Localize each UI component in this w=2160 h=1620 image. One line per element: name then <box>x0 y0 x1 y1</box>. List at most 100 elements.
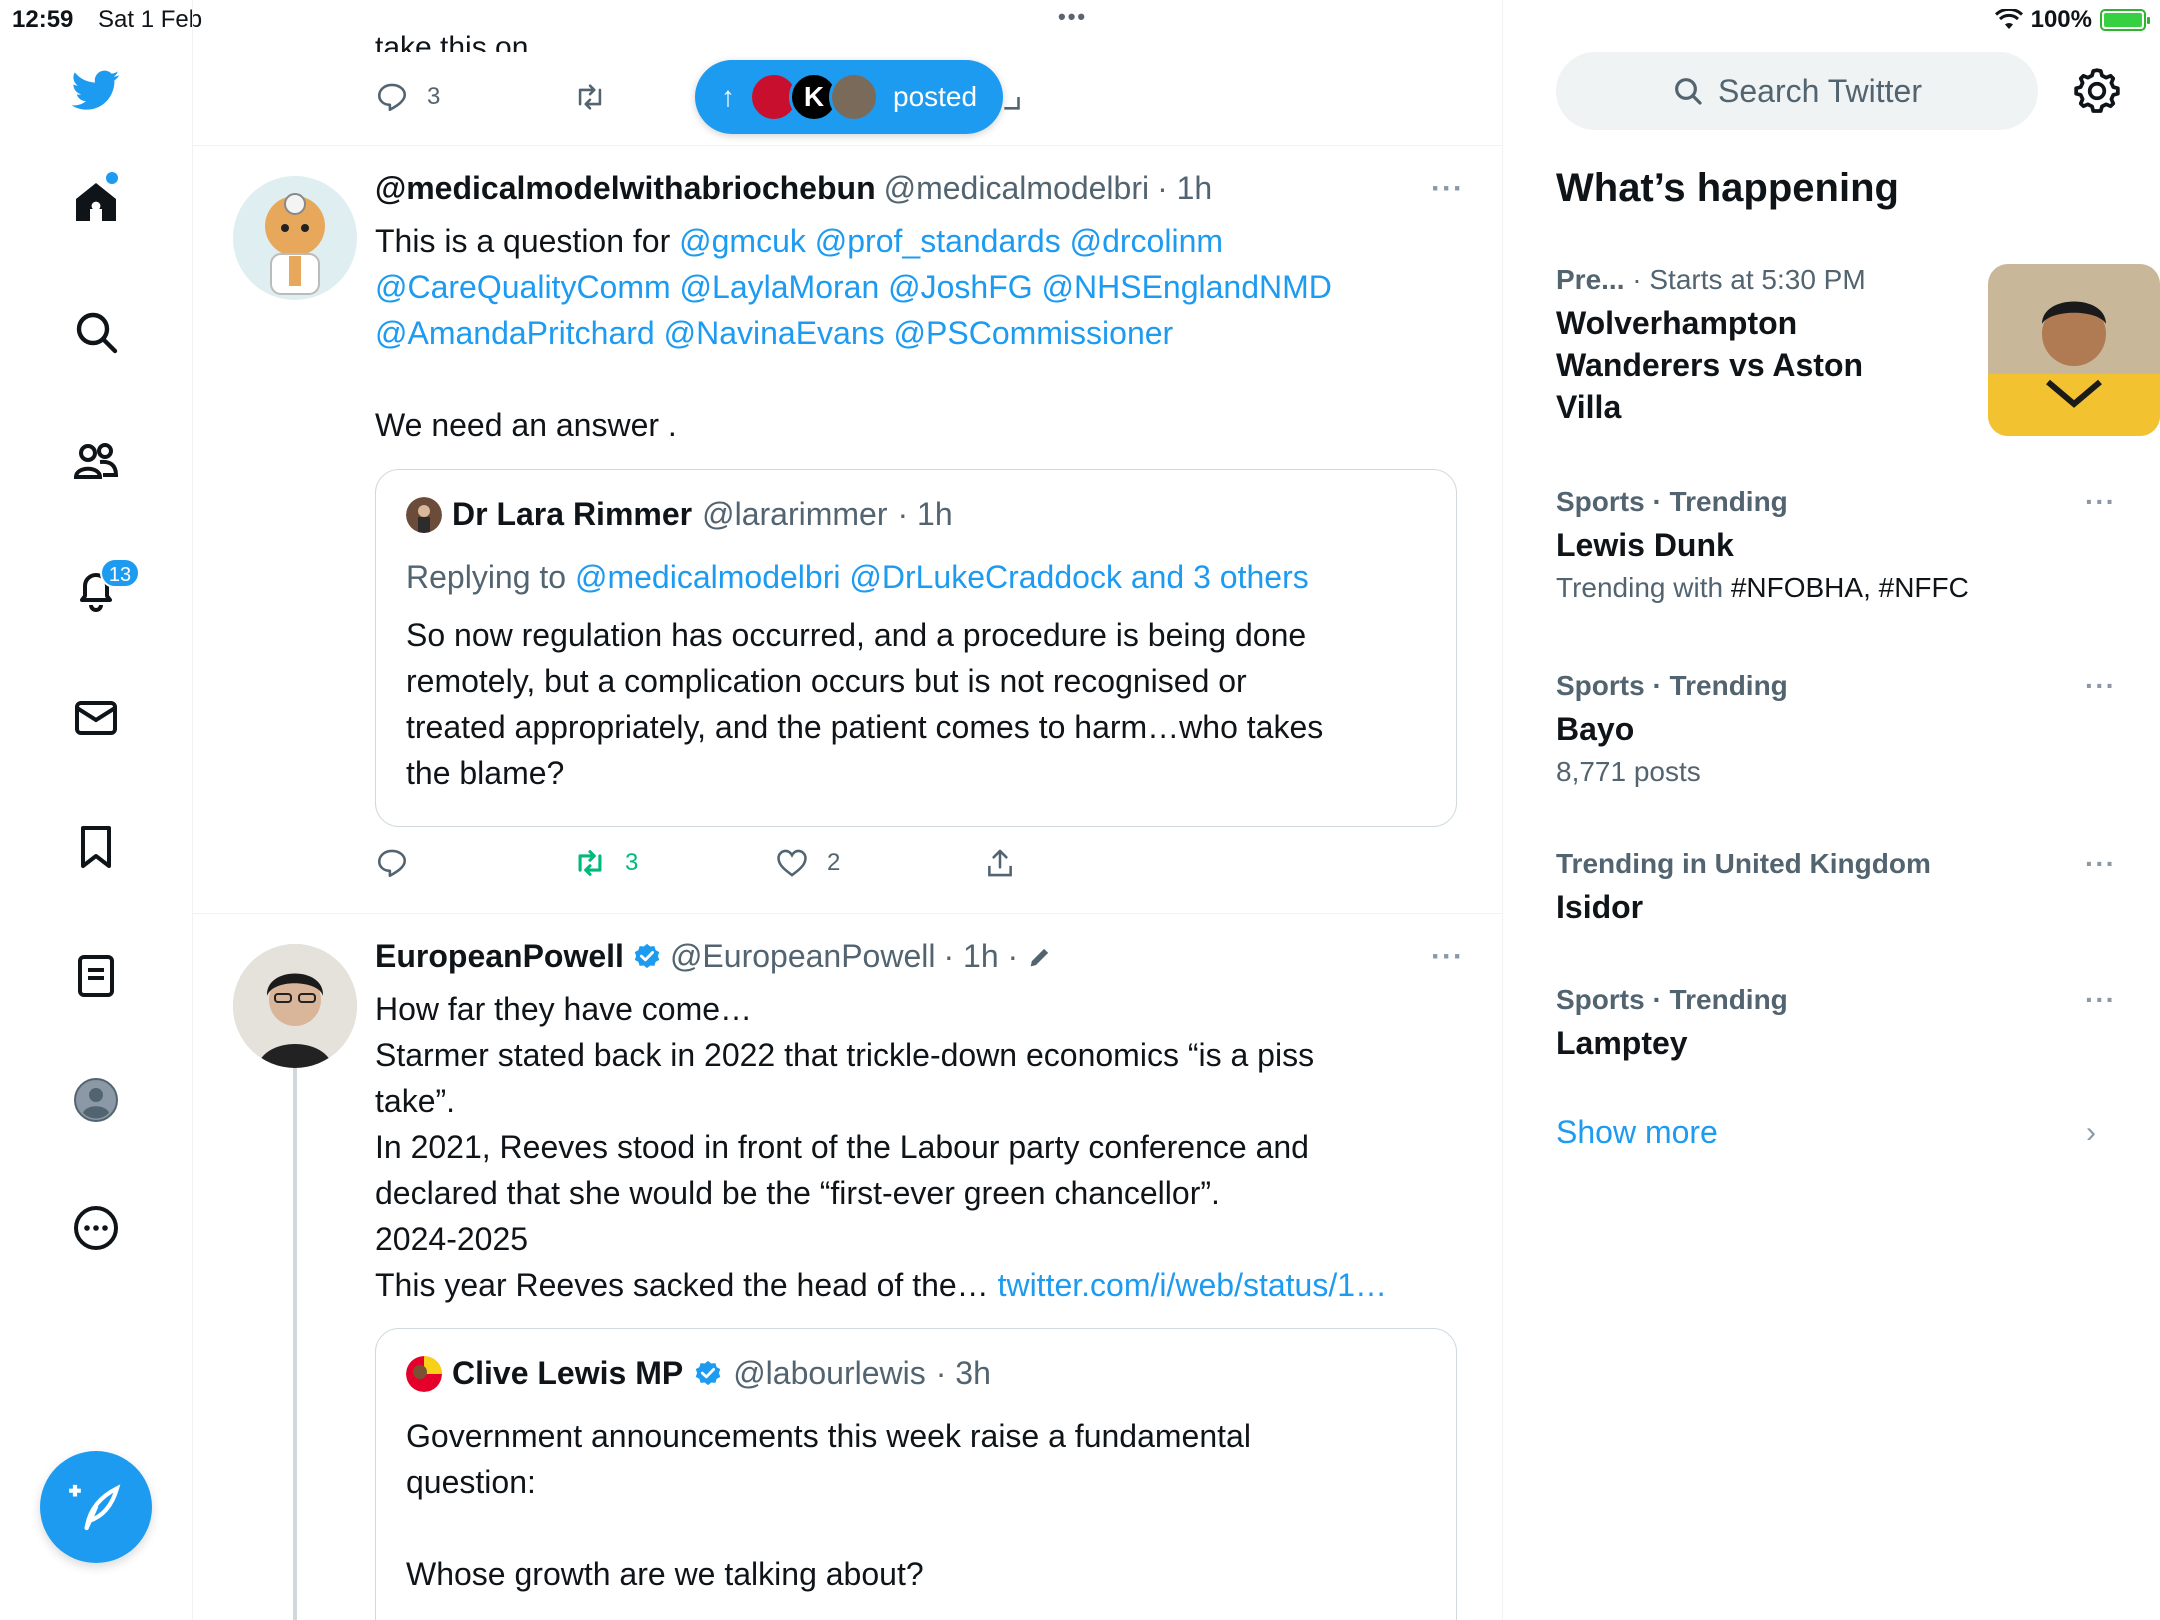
messages-mail-icon[interactable] <box>66 688 126 748</box>
tweet-line: How far they have come… <box>375 991 753 1027</box>
trend-more-button[interactable]: ··· <box>2085 670 2116 702</box>
tweet-line: 2024-2025 <box>375 1221 529 1257</box>
quote-header: Dr Lara Rimmer @lararimmer · 1h <box>406 496 953 533</box>
trend-title: Lewis Dunk <box>1556 527 1734 563</box>
trend-item[interactable]: Pre... · Starts at 5:30 PM Wolverhampton… <box>1556 264 2160 444</box>
bookmarks-icon[interactable] <box>66 817 126 877</box>
timeline: take this on... 3 ↑ K posted @medicalmod… <box>193 0 1503 1620</box>
trend-title: Wolverhampton Wanderers vs Aston Villa <box>1556 305 1864 425</box>
quote-author-handle: @labourlewis <box>733 1355 926 1391</box>
trend-item[interactable]: Sports · Trending Lamptey ··· <box>1556 984 2116 1094</box>
tweet-time[interactable]: · 1h <box>1157 170 1212 207</box>
quote-replying-to: Replying to @medicalmodelbri @DrLukeCrad… <box>406 554 1416 600</box>
mentions-line-1[interactable]: @gmcuk @prof_standards @drcolinm <box>679 223 1223 259</box>
reply-count: 3 <box>427 83 441 110</box>
avatar[interactable] <box>233 176 357 300</box>
author-handle[interactable]: @medicalmodelbri <box>884 170 1149 207</box>
quote-line: question: <box>406 1464 536 1500</box>
edited-pencil-icon[interactable] <box>1026 943 1054 971</box>
trend-sub: Trending with #NFOBHA, #NFFC <box>1556 572 1969 603</box>
like-count: 2 <box>827 849 841 876</box>
quoted-tweet[interactable]: Dr Lara Rimmer @lararimmer · 1h Replying… <box>375 469 1457 827</box>
quote-text: So now regulation has occurred, and a pr… <box>406 612 1416 796</box>
more-options-icon[interactable] <box>66 1198 126 1258</box>
author-handle[interactable]: @EuropeanPowell <box>670 938 936 975</box>
verified-badge-icon <box>695 1360 721 1385</box>
trend-item[interactable]: Sports · Trending Bayo 8,771 posts ··· <box>1556 670 2116 810</box>
quote-time: · 1h <box>897 496 953 532</box>
trend-more-button[interactable]: ··· <box>2085 848 2116 880</box>
reply-action[interactable] <box>375 846 409 880</box>
author-name[interactable]: EuropeanPowell <box>375 938 624 975</box>
mentions-line-2[interactable]: @CareQualityComm @LaylaMoran @JoshFG @NH… <box>375 264 1445 310</box>
thread-line <box>293 1064 297 1620</box>
lists-icon[interactable] <box>66 946 126 1006</box>
quote-author-handle: @lararimmer <box>702 496 888 532</box>
verified-badge-icon <box>634 943 660 968</box>
quote-author-name: Dr Lara Rimmer <box>452 496 693 532</box>
trend-item[interactable]: Trending in United Kingdom Isidor ··· <box>1556 848 2116 958</box>
replying-prefix: Replying to <box>406 559 567 595</box>
like-action[interactable]: 2 <box>775 846 840 880</box>
compose-tweet-button[interactable] <box>40 1451 152 1563</box>
pill-avatar-3 <box>829 72 879 122</box>
trend-title: Lamptey <box>1556 1025 1688 1061</box>
share-action[interactable] <box>983 846 1017 880</box>
profile-avatar-icon[interactable] <box>66 1070 126 1130</box>
left-nav: 13 <box>0 0 193 1620</box>
author-name[interactable]: @medicalmodelwithabriochebun <box>375 170 876 207</box>
tweet-more-button[interactable]: ··· <box>1431 940 1464 974</box>
trend-meta: Sports · Trending <box>1556 486 1788 517</box>
posted-label: posted <box>893 81 978 112</box>
chevron-right-icon[interactable]: › <box>2086 1116 2096 1150</box>
quote-line: Whose growth are we talking about? <box>406 1556 924 1592</box>
tweet-more-button[interactable]: ··· <box>1431 172 1464 206</box>
tweet-line: This year Reeves sacked the head of the… <box>375 1267 989 1303</box>
trend-item[interactable]: Sports · Trending Lewis Dunk Trending wi… <box>1556 486 2116 626</box>
trend-meta: Sports · Trending <box>1556 984 1788 1015</box>
reply-icon <box>377 849 407 878</box>
pill-avatars: K <box>749 72 879 122</box>
tweet-line: declared that she would be the “first-ev… <box>375 1175 1220 1211</box>
tweet-medicalmodel[interactable]: @medicalmodelwithabriochebun @medicalmod… <box>193 146 1502 914</box>
communities-icon[interactable] <box>66 431 126 491</box>
right-sidebar: Search Twitter What’s happening Pre... ·… <box>1504 0 2160 1620</box>
trend-thumbnail <box>1988 264 2160 436</box>
heart-icon <box>777 849 807 877</box>
trend-title: Isidor <box>1556 889 1644 925</box>
quote-line: So now regulation has occurred, and a pr… <box>406 617 1307 653</box>
quoted-tweet[interactable]: Clive Lewis MP @labourlewis · 3h Governm… <box>375 1328 1457 1620</box>
tweet-europeanpowell[interactable]: EuropeanPowell @EuropeanPowell · 1h · ··… <box>193 914 1502 1620</box>
tweet-header: @medicalmodelwithabriochebun @medicalmod… <box>375 170 1212 207</box>
retweet-icon <box>578 84 602 110</box>
quote-avatar <box>406 1355 442 1392</box>
trend-meta: Trending in United Kingdom <box>1556 848 1931 879</box>
search-icon <box>1675 78 1702 105</box>
new-posts-pill[interactable]: ↑ K posted <box>695 60 1003 134</box>
twitter-logo-icon[interactable] <box>66 60 126 120</box>
avatar[interactable] <box>233 944 357 1068</box>
search-input[interactable]: Search Twitter <box>1556 52 2038 130</box>
tweet-text: This is a question for @gmcuk @prof_stan… <box>375 218 1445 448</box>
tweet-link[interactable]: twitter.com/i/web/status/1… <box>998 1267 1387 1303</box>
mentions-line-3[interactable]: @AmandaPritchard @NavinaEvans @PSCommiss… <box>375 310 1445 356</box>
compose-feather-icon <box>69 1484 121 1531</box>
tweet-text: How far they have come… Starmer stated b… <box>375 986 1445 1308</box>
retweet-action[interactable] <box>573 80 607 114</box>
settings-gear-icon[interactable] <box>2072 66 2122 116</box>
trend-more-button[interactable]: ··· <box>2085 486 2116 518</box>
replying-handles[interactable]: @medicalmodelbri @DrLukeCraddock and 3 o… <box>575 559 1309 595</box>
show-more-link[interactable]: Show more <box>1556 1114 1718 1151</box>
retweet-icon <box>578 850 602 876</box>
arrow-up-icon: ↑ <box>721 81 735 112</box>
quote-line: the blame? <box>406 755 565 791</box>
explore-search-icon[interactable] <box>66 302 126 362</box>
trend-meta: Sports · Trending <box>1556 670 1788 701</box>
search-placeholder: Search Twitter <box>1718 72 1922 109</box>
reply-action[interactable]: 3 <box>375 80 440 114</box>
trend-more-button[interactable]: ··· <box>2085 984 2116 1016</box>
tweet-line: take”. <box>375 1083 456 1119</box>
retweet-action[interactable]: 3 <box>573 846 638 880</box>
quote-avatar <box>406 496 442 533</box>
tweet-time[interactable]: · 1h · <box>943 938 1018 975</box>
